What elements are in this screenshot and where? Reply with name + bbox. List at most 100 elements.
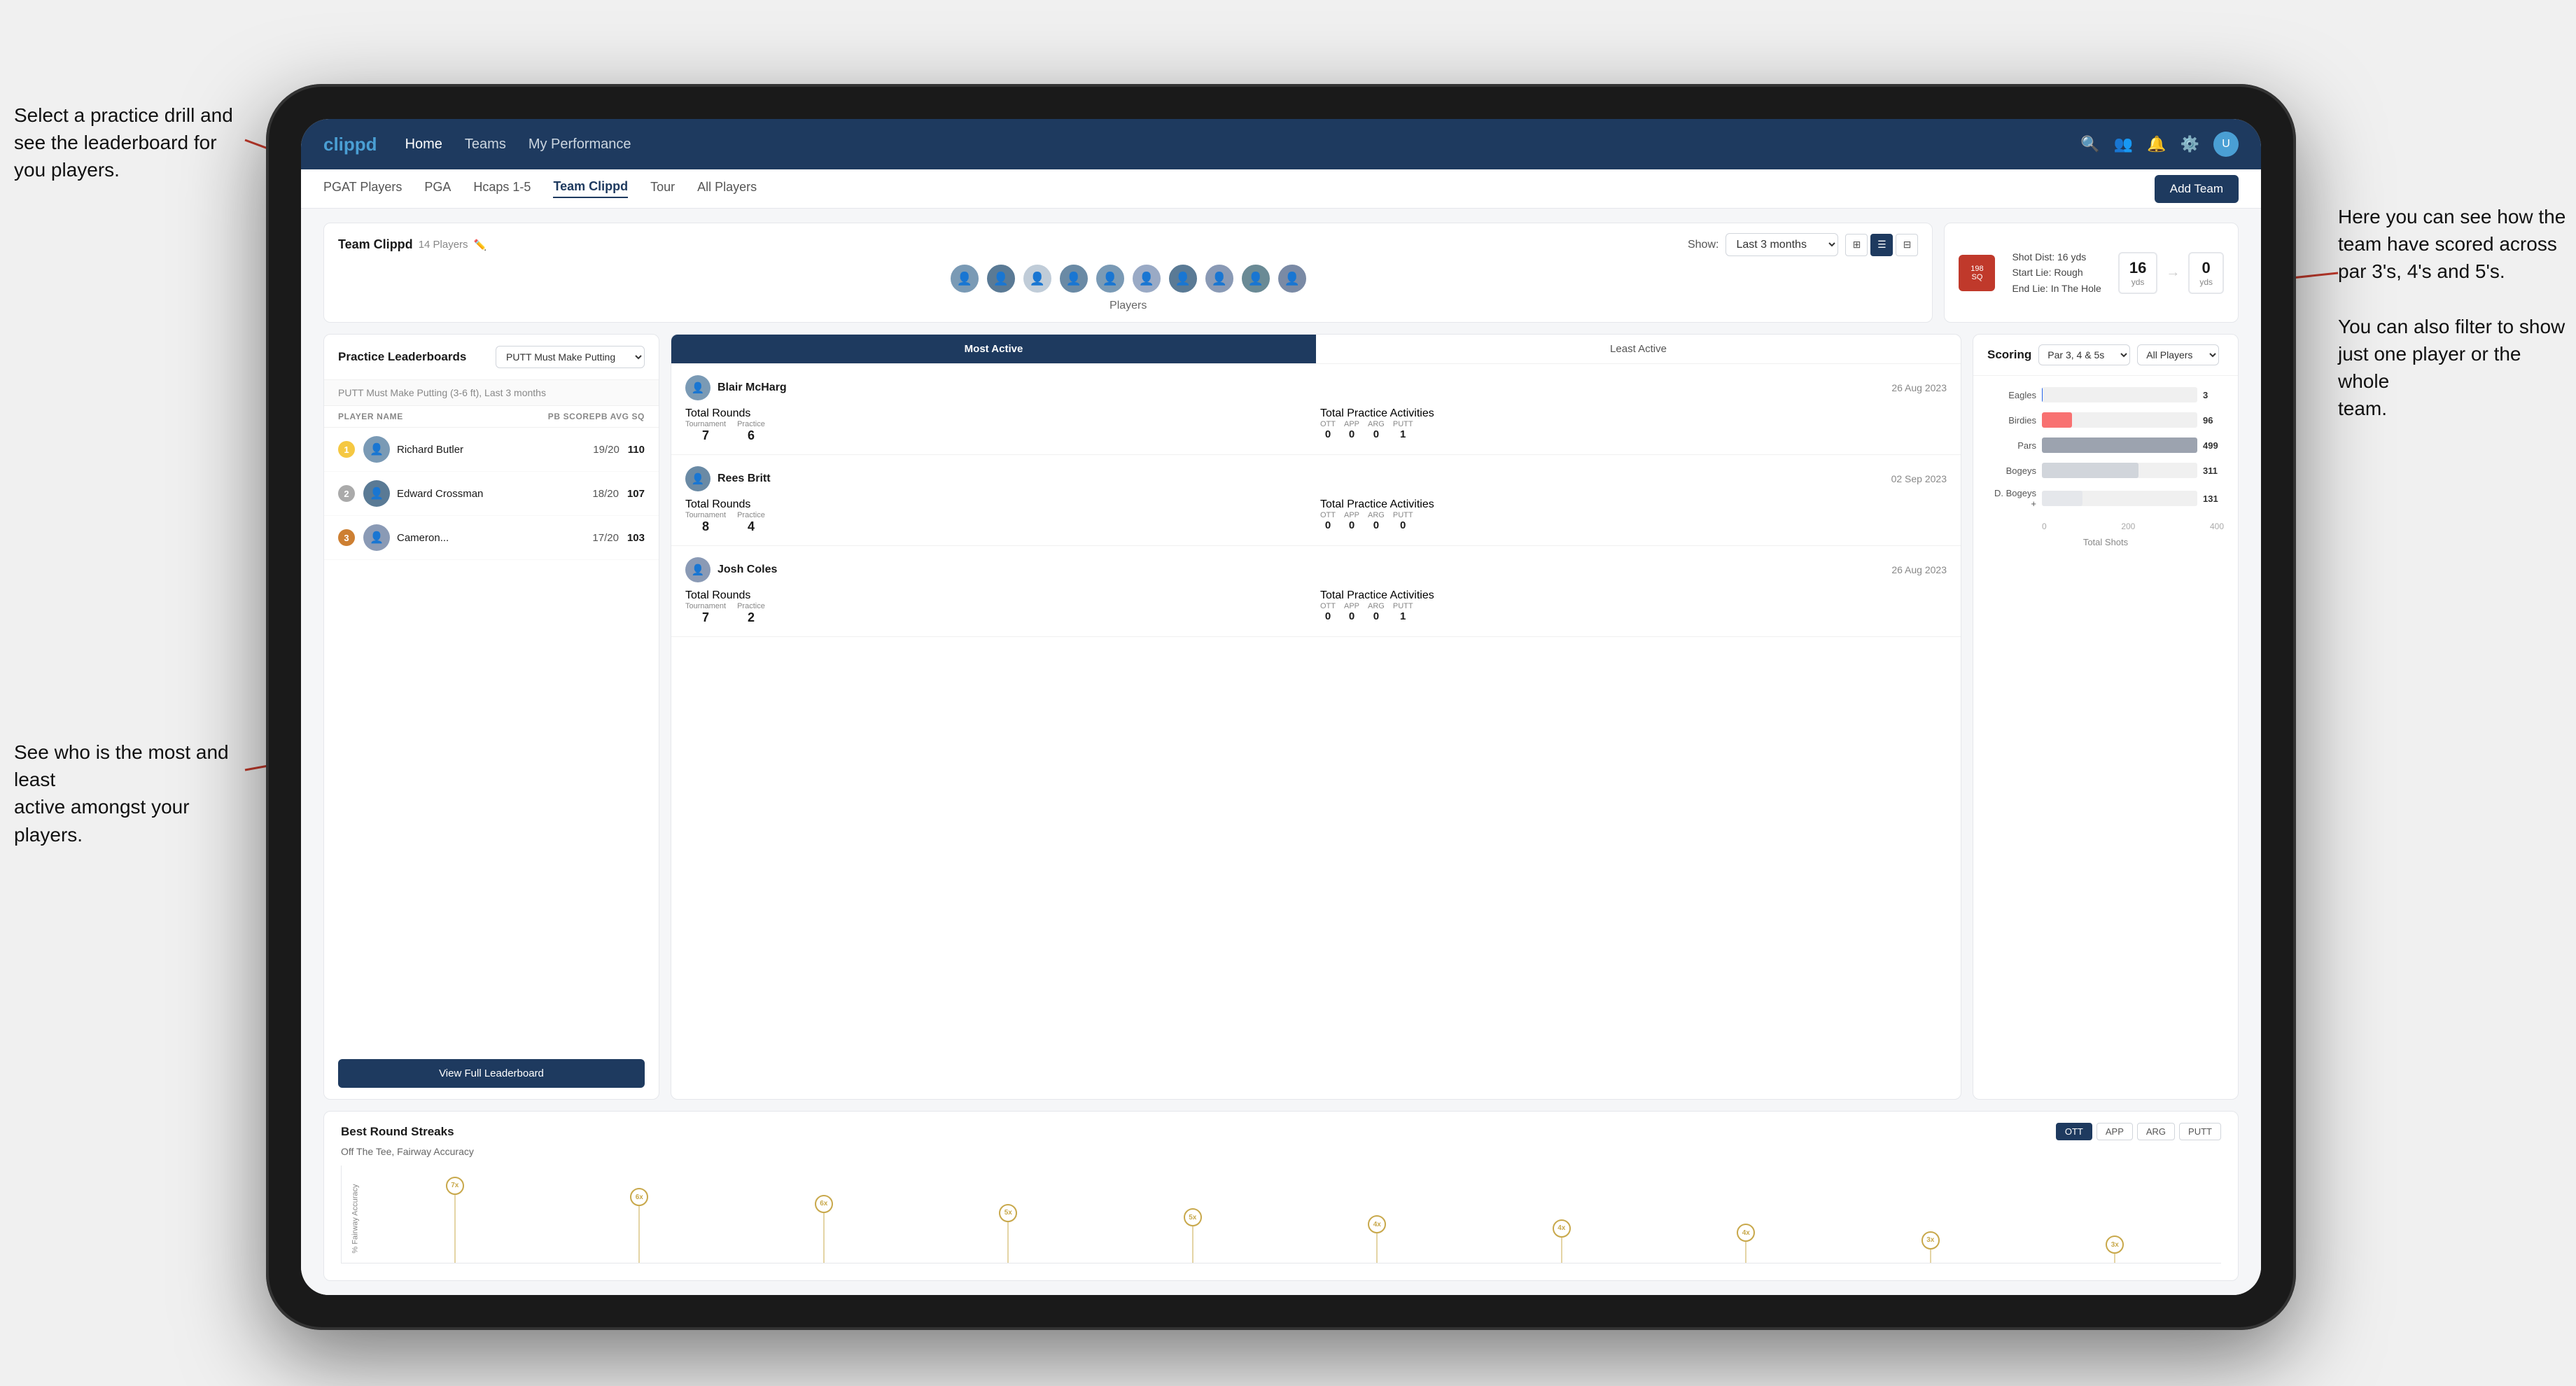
putt-col-1: PUTT 1 xyxy=(1393,420,1413,440)
search-icon[interactable]: 🔍 xyxy=(2080,135,2099,153)
streak-dot-5: 4x xyxy=(1368,1215,1386,1233)
putt-col-2: PUTT 0 xyxy=(1393,511,1413,531)
settings-icon[interactable]: ⚙️ xyxy=(2180,135,2199,153)
player-filter[interactable]: All Players xyxy=(2137,344,2219,365)
annotation-top-left: Select a practice drill and see the lead… xyxy=(14,102,252,184)
period-select[interactable]: Last 3 months xyxy=(1726,233,1838,256)
streak-col-4: 5x xyxy=(1100,1172,1285,1263)
subnav-all[interactable]: All Players xyxy=(697,180,757,197)
ipad-frame: clippd Home Teams My Performance 🔍 👥 🔔 ⚙… xyxy=(266,84,2296,1330)
yds-left-box: 16 yds xyxy=(2118,252,2157,294)
streak-axis-label: % Fairway Accuracy xyxy=(351,1184,360,1253)
subnav-pga[interactable]: PGA xyxy=(424,180,451,197)
streak-ott-btn[interactable]: OTT xyxy=(2056,1123,2092,1140)
practice-activities-group-2: Total Practice Activities OTT 0 APP xyxy=(1320,498,1947,534)
streak-dot-1: 6x xyxy=(630,1188,648,1206)
subnav-pgat[interactable]: PGAT Players xyxy=(323,180,402,197)
practice-mini-cols-3: OTT 0 APP 0 ARG xyxy=(1320,602,1947,622)
activity-tabs: Most Active Least Active xyxy=(671,335,1961,364)
view-full-leaderboard-btn[interactable]: View Full Leaderboard xyxy=(338,1059,645,1088)
subnav-hcaps[interactable]: Hcaps 1-5 xyxy=(473,180,531,197)
lb-entry-2: 2 👤 Edward Crossman 18/20 107 xyxy=(324,472,659,516)
practice-activities-label-3: Total Practice Activities xyxy=(1320,589,1434,601)
scoring-panel: Scoring Par 3, 4 & 5s All Players Eagles xyxy=(1973,334,2239,1100)
nav-performance[interactable]: My Performance xyxy=(528,136,631,153)
lb-entry-3: 3 👤 Cameron... 17/20 103 xyxy=(324,516,659,560)
entry-3-date: 26 Aug 2023 xyxy=(1891,564,1947,575)
streak-putt-btn[interactable]: PUTT xyxy=(2179,1123,2221,1140)
total-rounds-group: Total Rounds Tournament 7 Practice xyxy=(685,407,1312,443)
lb-player-2: 👤 Edward Crossman xyxy=(363,480,584,507)
avatar-2[interactable]: 👤 xyxy=(986,263,1016,294)
practice-activities-group: Total Practice Activities OTT 0 APP xyxy=(1320,407,1947,443)
avatar-8[interactable]: 👤 xyxy=(1204,263,1235,294)
rounds-cols: Tournament 7 Practice 6 xyxy=(685,420,1312,443)
streak-dot-9: 3x xyxy=(2106,1236,2124,1254)
lb-rank-2: 2 xyxy=(338,485,355,502)
tab-least-active[interactable]: Least Active xyxy=(1316,335,1961,363)
entry-1-name: Blair McHarg xyxy=(718,382,787,394)
nav-teams[interactable]: Teams xyxy=(465,136,506,153)
practice-activities-label: Total Practice Activities xyxy=(1320,407,1434,419)
nav-home[interactable]: Home xyxy=(405,136,442,153)
shot-yds: 16 yds → 0 yds xyxy=(2118,252,2224,294)
practice-col-3: Practice 2 xyxy=(737,602,765,625)
avatar-5[interactable]: 👤 xyxy=(1095,263,1126,294)
streak-arg-btn[interactable]: ARG xyxy=(2137,1123,2175,1140)
table-view-btn[interactable]: ⊟ xyxy=(1896,234,1918,256)
add-team-button[interactable]: Add Team xyxy=(2155,175,2239,203)
ott-val-3: 0 xyxy=(1320,610,1336,622)
par-filter[interactable]: Par 3, 4 & 5s xyxy=(2038,344,2130,365)
entry-1-player: 👤 Blair McHarg xyxy=(685,375,787,400)
chart-bar-eagles: Eagles 3 xyxy=(1987,387,2224,402)
tournament-col-2: Tournament 8 xyxy=(685,511,726,534)
annotation-top-right: Here you can see how theteam have scored… xyxy=(2338,203,2576,423)
x-label: 0 xyxy=(2042,522,2047,531)
avatar-9[interactable]: 👤 xyxy=(1240,263,1271,294)
streak-col-6: 4x xyxy=(1469,1172,1654,1263)
navbar: clippd Home Teams My Performance 🔍 👥 🔔 ⚙… xyxy=(301,119,2261,169)
scoring-header: Scoring Par 3, 4 & 5s All Players xyxy=(1973,335,2238,376)
entry-2-player: 👤 Rees Britt xyxy=(685,466,771,491)
avatar-6[interactable]: 👤 xyxy=(1131,263,1162,294)
streak-dot-3: 5x xyxy=(999,1204,1017,1222)
app-col-2: APP 0 xyxy=(1344,511,1359,531)
yds-right-num: 0 xyxy=(2199,259,2213,277)
arg-val-2: 0 xyxy=(1368,519,1385,531)
total-rounds-label-2: Total Rounds xyxy=(685,498,750,510)
entry-3-header: 👤 Josh Coles 26 Aug 2023 xyxy=(685,557,1947,582)
avatar-3[interactable]: 👤 xyxy=(1022,263,1053,294)
list-view-btn[interactable]: ☰ xyxy=(1870,234,1893,256)
subnav: PGAT Players PGA Hcaps 1-5 Team Clippd T… xyxy=(301,169,2261,209)
avatar-10[interactable]: 👤 xyxy=(1277,263,1308,294)
grid-view-btn[interactable]: ⊞ xyxy=(1845,234,1868,256)
subnav-tour[interactable]: Tour xyxy=(650,180,675,197)
yds-connector: → xyxy=(2166,265,2180,281)
chart-bar-d.-bogeys-+: D. Bogeys + 131 xyxy=(1987,488,2224,509)
entry-1-avatar: 👤 xyxy=(685,375,710,400)
lb-name-2: Edward Crossman xyxy=(397,488,483,500)
subnav-team[interactable]: Team Clippd xyxy=(553,179,628,198)
bar-fill xyxy=(2042,491,2082,506)
streak-app-btn[interactable]: APP xyxy=(2096,1123,2133,1140)
avatar-4[interactable]: 👤 xyxy=(1058,263,1089,294)
leaderboard-panel: Practice Leaderboards PUTT Must Make Put… xyxy=(323,334,659,1100)
putt-col-3: PUTT 1 xyxy=(1393,602,1413,622)
entry-1-date: 26 Aug 2023 xyxy=(1891,382,1947,393)
arg-col-1: ARG 0 xyxy=(1368,420,1385,440)
edit-team-icon[interactable]: ✏️ xyxy=(474,239,487,251)
avatar-1[interactable]: 👤 xyxy=(949,263,980,294)
bell-icon[interactable]: 🔔 xyxy=(2147,135,2166,153)
bar-fill xyxy=(2042,438,2197,453)
drill-select[interactable]: PUTT Must Make Putting xyxy=(496,346,645,368)
ott-val-2: 0 xyxy=(1320,519,1336,531)
people-icon[interactable]: 👥 xyxy=(2114,135,2133,153)
avatar-7[interactable]: 👤 xyxy=(1168,263,1198,294)
tab-most-active[interactable]: Most Active xyxy=(671,335,1316,363)
lb-entry-1: 1 👤 Richard Butler 19/20 110 xyxy=(324,428,659,472)
lb-avatar-3: 👤 xyxy=(363,524,390,551)
x-axis: 0200400 xyxy=(1987,519,2224,531)
ott-col-1: OTT 0 xyxy=(1320,420,1336,440)
user-avatar[interactable]: U xyxy=(2213,132,2239,157)
entry-3-avatar: 👤 xyxy=(685,557,710,582)
